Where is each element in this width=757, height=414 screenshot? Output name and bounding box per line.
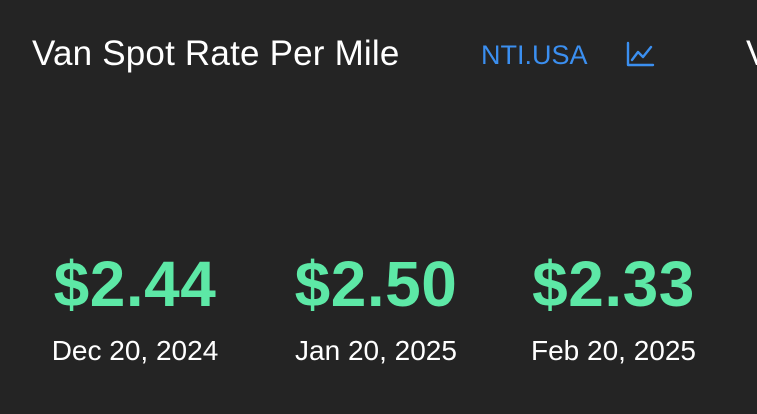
ticker-link[interactable]: NTI.USA (481, 39, 588, 71)
line-chart-icon (626, 41, 655, 67)
metric-feb-2025: $2.33 Feb 20, 2025 (510, 248, 717, 368)
metric-date: Jan 20, 2025 (295, 335, 457, 366)
metric-jan-2025: $2.50 Jan 20, 2025 (273, 248, 479, 368)
card-title: Van Spot Rate Per Mile (32, 34, 400, 73)
metric-value: $2.44 (53, 248, 217, 320)
metric-dec-2024: $2.44 Dec 20, 2024 (30, 248, 240, 368)
metric-date: Feb 20, 2025 (530, 335, 697, 366)
metric-date: Dec 20, 2024 (51, 335, 219, 366)
metric-value: $2.33 (532, 248, 695, 320)
metric-value: $2.50 (294, 248, 458, 320)
next-card-title-peek: V (746, 34, 757, 74)
chart-button[interactable] (624, 39, 656, 71)
